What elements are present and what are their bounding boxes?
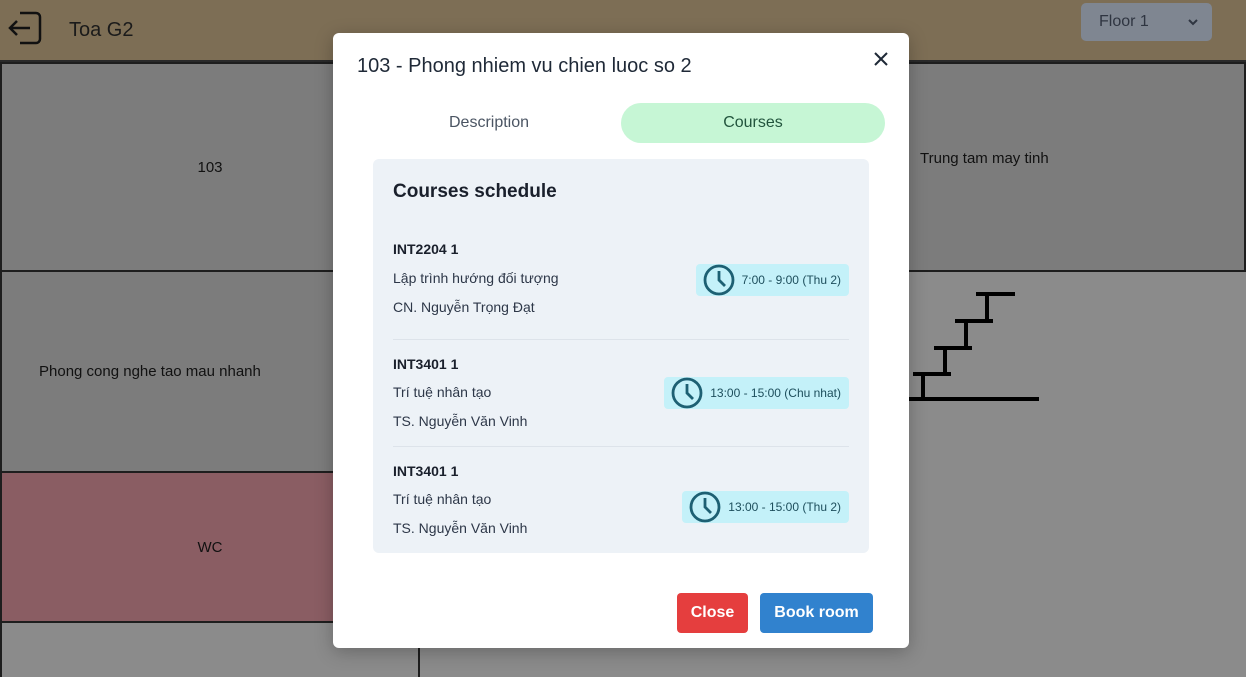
close-icon[interactable] [869, 47, 893, 71]
course-teacher: CN. Nguyễn Trọng Đạt [393, 299, 535, 315]
clock-icon [703, 264, 735, 296]
course-name: Trí tuệ nhân tạo [393, 491, 492, 507]
course-code: INT3401 1 [393, 356, 459, 372]
course-time: 13:00 - 15:00 (Chu nhat) [710, 386, 841, 400]
course-name: Lập trình hướng đối tượng [393, 270, 559, 286]
clock-icon [671, 377, 703, 409]
courses-schedule-panel: Courses schedule INT2204 1 Lập trình hướ… [373, 159, 869, 553]
book-room-button[interactable]: Book room [760, 593, 873, 633]
course-code: INT2204 1 [393, 241, 459, 257]
course-name: Trí tuệ nhân tạo [393, 384, 492, 400]
room-detail-modal: 103 - Phong nhiem vu chien luoc so 2 Des… [333, 33, 909, 648]
close-button[interactable]: Close [677, 593, 748, 633]
modal-title: 103 - Phong nhiem vu chien luoc so 2 [357, 55, 692, 77]
tab-courses[interactable]: Courses [621, 103, 885, 143]
time-badge: 13:00 - 15:00 (Chu nhat) [664, 377, 849, 409]
course-teacher: TS. Nguyễn Văn Vinh [393, 413, 528, 429]
time-badge: 7:00 - 9:00 (Thu 2) [695, 264, 849, 296]
course-item: INT3401 1 Trí tuệ nhân tạo TS. Nguyễn Vă… [393, 339, 849, 448]
time-badge: 13:00 - 15:00 (Thu 2) [682, 491, 849, 523]
clock-icon [689, 491, 721, 523]
tab-description[interactable]: Description [357, 103, 621, 143]
schedule-title: Courses schedule [393, 181, 557, 202]
course-item: INT3401 1 Trí tuệ nhân tạo TS. Nguyễn Vă… [393, 446, 849, 555]
course-teacher: TS. Nguyễn Văn Vinh [393, 520, 528, 536]
course-code: INT3401 1 [393, 463, 459, 479]
course-time: 13:00 - 15:00 (Thu 2) [728, 500, 841, 514]
course-item: INT2204 1 Lập trình hướng đối tượng CN. … [393, 231, 849, 339]
course-time: 7:00 - 9:00 (Thu 2) [741, 273, 841, 287]
